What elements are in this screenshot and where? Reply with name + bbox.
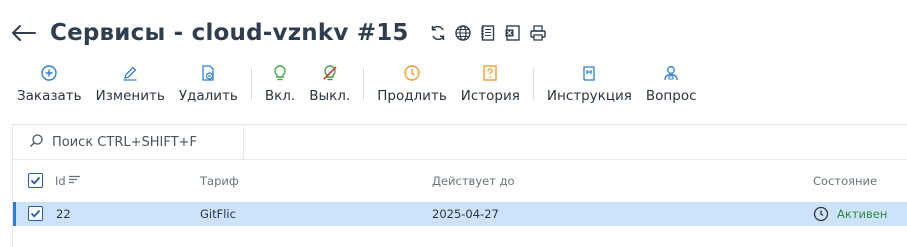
print-icon[interactable] [527, 22, 549, 44]
notes-icon[interactable] [477, 22, 499, 44]
order-button[interactable]: Заказать [10, 60, 89, 104]
cell-id: 22 [56, 207, 71, 221]
manual-book-icon [576, 60, 602, 86]
history-button[interactable]: История [454, 60, 527, 104]
row-checkbox[interactable] [28, 206, 43, 221]
status-text: Активен [837, 207, 888, 221]
manual-label: Инструкция [546, 88, 632, 104]
status-clock-icon [813, 206, 829, 222]
cell-tariff: GitFlic [200, 207, 236, 221]
lightbulb-on-icon [267, 60, 293, 86]
question-label: Вопрос [645, 88, 697, 104]
delete-label: Удалить [178, 88, 238, 104]
delete-document-icon [195, 60, 221, 86]
clock-icon [399, 60, 425, 86]
search-input[interactable] [52, 134, 232, 150]
enable-label: Вкл. [264, 88, 296, 104]
toolbar-divider [250, 68, 252, 100]
select-all-checkbox[interactable] [28, 173, 43, 188]
plus-circle-icon [36, 60, 62, 86]
search-box [13, 125, 244, 159]
refresh-icon[interactable] [427, 22, 449, 44]
pencil-icon [117, 60, 143, 86]
excel-icon[interactable] [502, 22, 524, 44]
question-button[interactable]: Вопрос [639, 60, 704, 104]
enable-button[interactable]: Вкл. [258, 60, 302, 104]
lightbulb-off-icon [317, 60, 343, 86]
toolbar-divider [363, 68, 365, 100]
edit-button[interactable]: Изменить [89, 60, 172, 104]
cell-status: Активен [813, 206, 887, 222]
disable-label: Выкл. [309, 88, 351, 104]
edit-label: Изменить [95, 88, 165, 104]
page-title: Сервисы - cloud-vznkv #15 [50, 20, 409, 46]
divider [13, 159, 907, 160]
delete-button[interactable]: Удалить [172, 60, 245, 104]
manual-button[interactable]: Инструкция [540, 60, 639, 104]
table-header: Id Тариф Действует до Состояние [13, 169, 907, 193]
sort-icon[interactable] [69, 174, 81, 188]
column-id[interactable]: Id [55, 173, 81, 189]
column-status[interactable]: Состояние [813, 174, 877, 188]
disable-button[interactable]: Выкл. [302, 60, 357, 104]
toolbar: Заказать Изменить Удалить Вкл. Выкл. Про… [10, 60, 704, 110]
extend-label: Продлить [377, 88, 447, 104]
search-icon [29, 133, 44, 152]
order-label: Заказать [17, 88, 82, 104]
services-table: Id Тариф Действует до Состояние 22 GitFl… [12, 124, 907, 247]
column-valid-until[interactable]: Действует до [432, 174, 515, 188]
support-user-icon [658, 60, 684, 86]
table-row[interactable]: 22 GitFlic 2025-04-27 Активен [13, 202, 907, 226]
extend-button[interactable]: Продлить [370, 60, 454, 104]
history-question-icon [477, 60, 503, 86]
header-actions [427, 22, 549, 44]
column-tariff[interactable]: Тариф [200, 174, 239, 188]
toolbar-divider [532, 68, 534, 100]
cell-valid-until: 2025-04-27 [432, 207, 499, 221]
back-arrow-icon[interactable] [10, 19, 38, 47]
column-id-label: Id [55, 173, 66, 188]
globe-icon[interactable] [452, 22, 474, 44]
history-label: История [460, 88, 520, 104]
page-header: Сервисы - cloud-vznkv #15 [10, 14, 549, 52]
